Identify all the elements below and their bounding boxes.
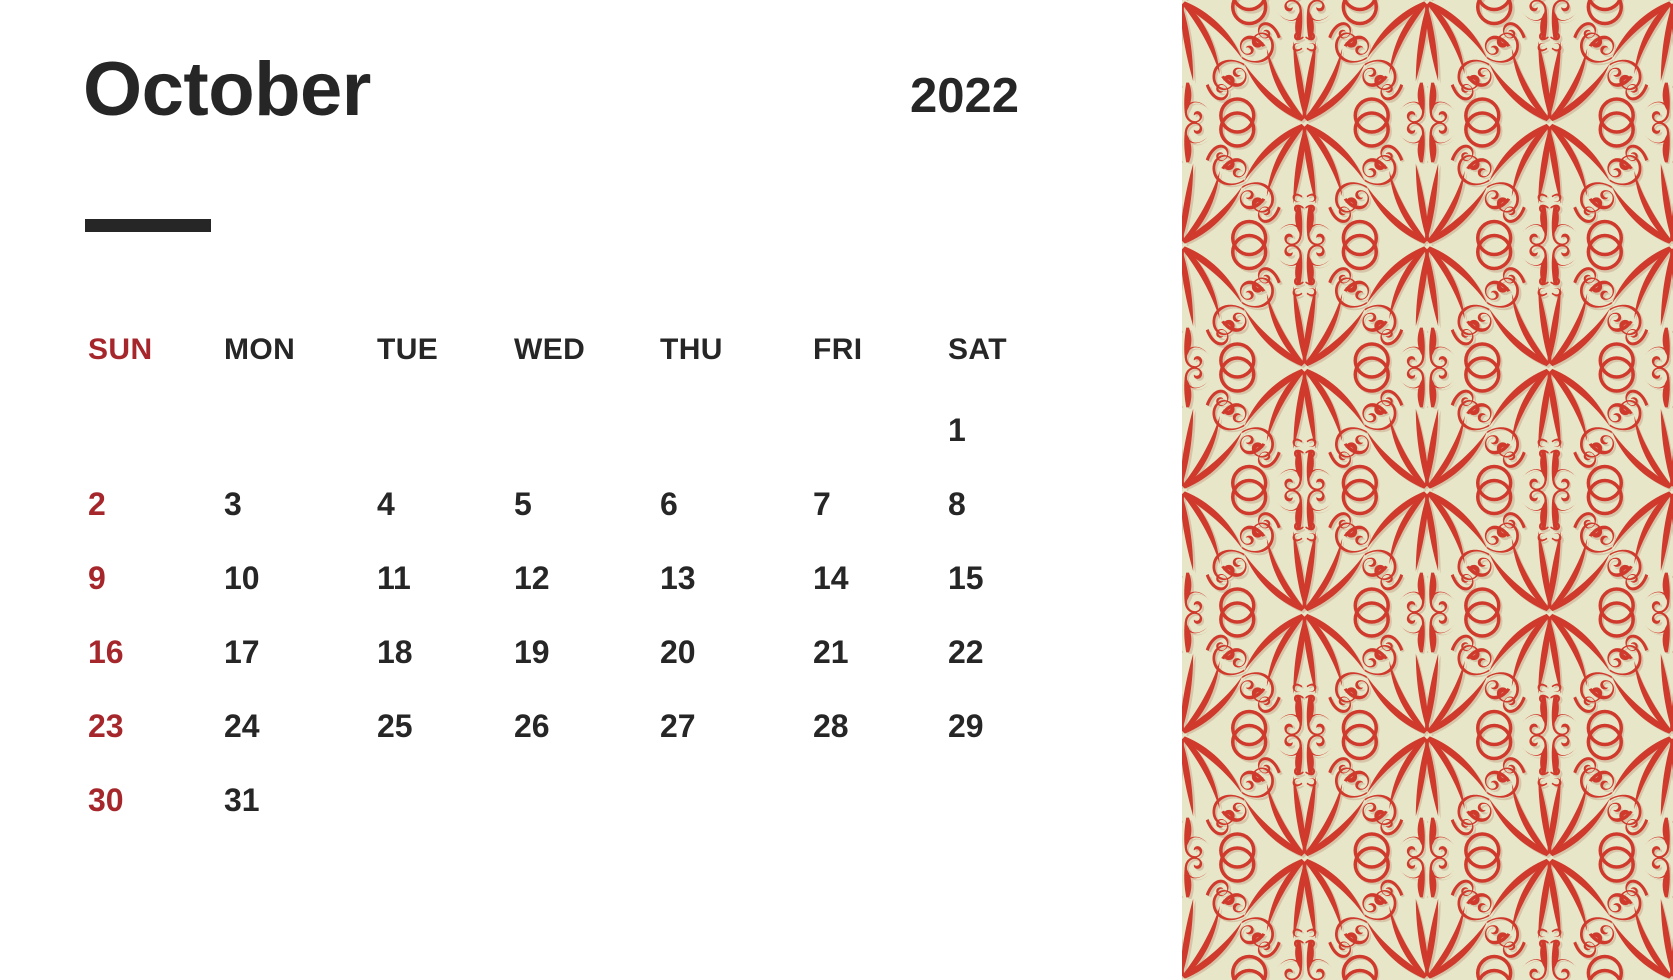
date-cell-3[interactable]: 3 xyxy=(224,484,242,524)
title-underline-rule xyxy=(85,219,211,232)
ornament-panel xyxy=(1182,0,1673,980)
date-cell-10[interactable]: 10 xyxy=(224,558,260,598)
date-cell-22[interactable]: 22 xyxy=(948,632,984,672)
date-cell-7[interactable]: 7 xyxy=(813,484,831,524)
date-cell-16[interactable]: 16 xyxy=(88,632,124,672)
weekday-header-tue: TUE xyxy=(377,333,439,366)
date-cell-14[interactable]: 14 xyxy=(813,558,849,598)
year-label: 2022 xyxy=(909,69,1019,123)
date-cell-5[interactable]: 5 xyxy=(514,484,532,524)
weekday-header-sat: SAT xyxy=(948,333,1007,366)
date-cell-12[interactable]: 12 xyxy=(514,558,550,598)
date-cell-1[interactable]: 1 xyxy=(948,410,966,450)
date-cell-18[interactable]: 18 xyxy=(377,632,413,672)
date-cell-19[interactable]: 19 xyxy=(514,632,550,672)
date-cell-8[interactable]: 8 xyxy=(948,484,966,524)
date-cell-23[interactable]: 23 xyxy=(88,706,124,746)
date-cell-13[interactable]: 13 xyxy=(660,558,696,598)
date-cell-20[interactable]: 20 xyxy=(660,632,696,672)
weekday-header-sun: SUN xyxy=(88,333,153,366)
page-title: October xyxy=(83,47,371,132)
date-cell-11[interactable]: 11 xyxy=(377,558,411,598)
calendar-page: October 2022 SUN MON TUE WED THU FRI SAT 12345… xyxy=(0,0,1673,980)
weekday-header-row: SUN MON TUE WED THU FRI SAT xyxy=(0,330,1182,370)
date-cell-17[interactable]: 17 xyxy=(224,632,260,672)
weekday-header-fri: FRI xyxy=(813,333,863,366)
date-cell-24[interactable]: 24 xyxy=(224,706,260,746)
weekday-header-wed: WED xyxy=(514,333,586,366)
date-cell-21[interactable]: 21 xyxy=(813,632,849,672)
date-cell-4[interactable]: 4 xyxy=(377,484,395,524)
date-cell-9[interactable]: 9 xyxy=(88,558,106,598)
date-cell-29[interactable]: 29 xyxy=(948,706,984,746)
damask-pattern-icon xyxy=(1182,0,1673,980)
date-cell-6[interactable]: 6 xyxy=(660,484,678,524)
date-cell-15[interactable]: 15 xyxy=(948,558,984,598)
date-cell-28[interactable]: 28 xyxy=(813,706,849,746)
weekday-header-mon: MON xyxy=(224,333,296,366)
date-grid: 1 2 3 4 5 6 7 8 9 10 11 12 13 14 15 16 17 18 19 20 21 22 23 24 2… xyxy=(0,398,1182,918)
date-cell-25[interactable]: 25 xyxy=(377,706,413,746)
date-cell-31[interactable]: 31 xyxy=(224,780,260,820)
calendar-panel: October 2022 SUN MON TUE WED THU FRI SAT 12345… xyxy=(0,0,1182,980)
weekday-header-thu: THU xyxy=(660,333,723,366)
date-cell-27[interactable]: 27 xyxy=(660,706,696,746)
date-cell-2[interactable]: 2 xyxy=(88,484,106,524)
date-cell-26[interactable]: 26 xyxy=(514,706,550,746)
date-cell-30[interactable]: 30 xyxy=(88,780,124,820)
